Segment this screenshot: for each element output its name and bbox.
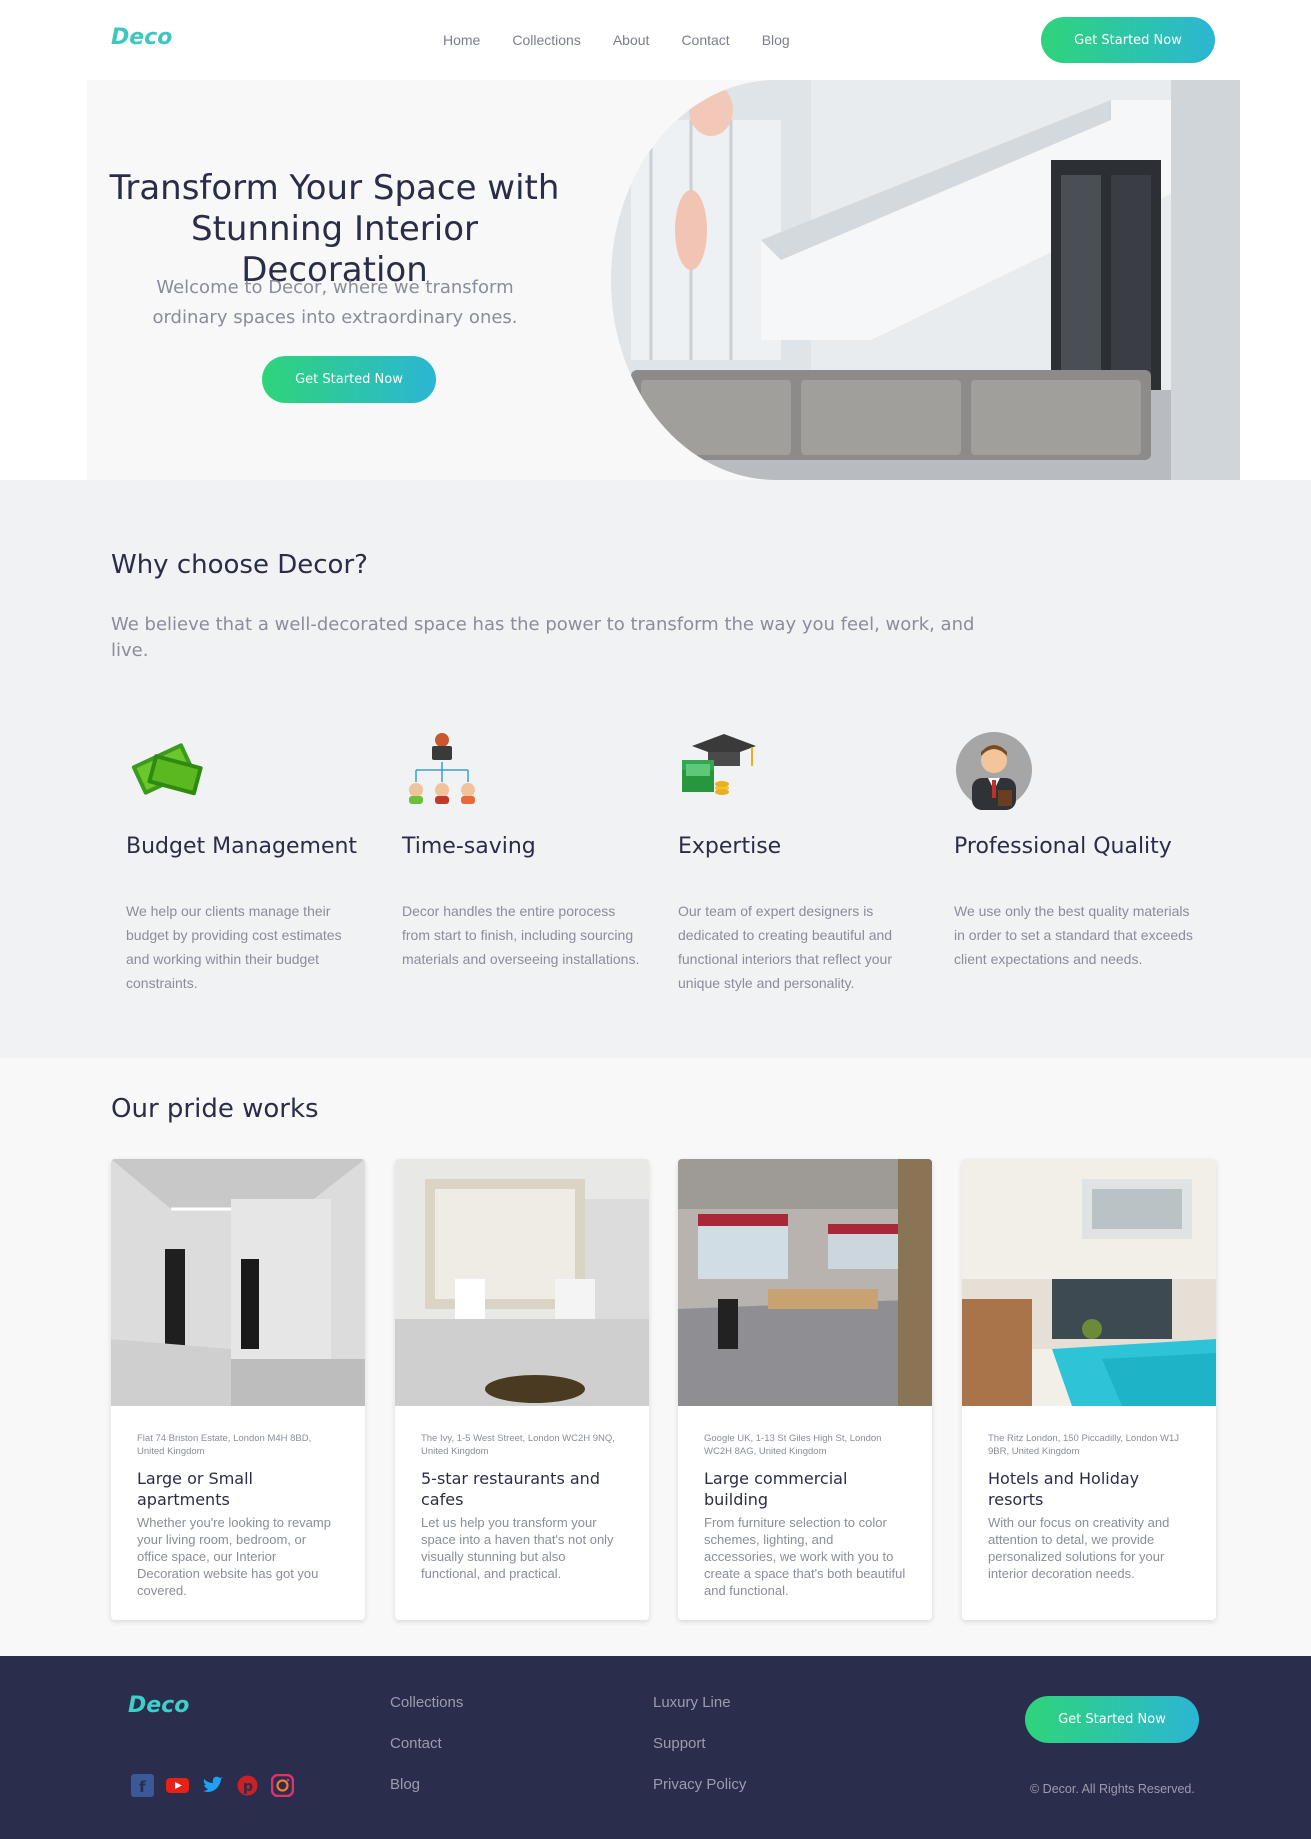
svg-text:Deco: Deco <box>128 1693 189 1718</box>
svg-text:p: p <box>243 1779 253 1795</box>
decor-logo[interactable]: Deco <box>111 24 191 52</box>
resort-pool-image <box>962 1159 1216 1406</box>
hero-interior-image <box>611 80 1240 480</box>
feature-expertise: Expertise Our team of expert designers i… <box>678 730 918 995</box>
youtube-icon[interactable] <box>166 1774 189 1797</box>
card-title: Hotels and Holiday resorts <box>988 1469 1140 1509</box>
why-subtitle: We believe that a well-decorated space h… <box>111 614 975 661</box>
footer-link-support[interactable]: Support <box>653 1735 746 1752</box>
svg-text:Deco: Deco <box>111 25 172 50</box>
social-links: f p <box>131 1773 295 1798</box>
nav-links: Home Collections About Contact Blog <box>443 32 822 48</box>
card-description: With our focus on creativity and attenti… <box>988 1515 1170 1581</box>
nav-blog[interactable]: Blog <box>762 32 790 48</box>
card-description: Let us help you transform your space int… <box>421 1515 614 1581</box>
footer-col-1: Collections Contact Blog <box>390 1694 463 1817</box>
why-section: Why choose Decor? We believe that a well… <box>0 480 1311 1058</box>
feature-title: Budget Management <box>126 834 358 859</box>
card-title: Large commercial building <box>704 1469 848 1509</box>
svg-text:f: f <box>139 1778 146 1796</box>
money-icon: $ <box>131 743 203 796</box>
hero-get-started-button[interactable]: Get Started Now <box>262 356 436 403</box>
feature-text: We help our clients manage their budget … <box>126 903 342 991</box>
work-card[interactable]: Flat 74 Briston Estate, London M4H 8BD, … <box>111 1159 365 1620</box>
feature-professional-quality: Professional Quality We use only the bes… <box>954 730 1194 971</box>
feature-time-saving: Time-saving Decor handles the entire por… <box>402 730 642 971</box>
pinterest-icon[interactable]: p <box>236 1774 259 1797</box>
twitter-icon[interactable] <box>201 1774 224 1797</box>
works-section: Our pride works Flat 74 Briston Estate, … <box>0 1058 1311 1656</box>
nav-about[interactable]: About <box>613 32 650 48</box>
team-hierarchy-icon <box>409 733 475 804</box>
nav-home[interactable]: Home <box>443 32 480 48</box>
card-address: Google UK, 1-13 St Giles High St, London… <box>704 1433 882 1457</box>
works-title: Our pride works <box>111 1094 319 1124</box>
footer-link-contact[interactable]: Contact <box>390 1735 463 1752</box>
facebook-icon[interactable]: f <box>131 1774 154 1797</box>
nav-get-started-button[interactable]: Get Started Now <box>1041 17 1215 63</box>
card-title: 5-star restaurants and cafes <box>421 1469 600 1509</box>
why-title: Why choose Decor? <box>111 550 368 580</box>
apartment-image <box>111 1159 365 1406</box>
footer-link-blog[interactable]: Blog <box>390 1776 463 1793</box>
instagram-icon[interactable] <box>270 1773 295 1798</box>
card-address: The Ivy, 1-5 West Street, London WC2H 9N… <box>421 1433 615 1457</box>
feature-text: Decor handles the entire porocess from s… <box>402 903 640 967</box>
hero-subtitle: Welcome to Decor, where we transform ord… <box>152 277 518 328</box>
footer-col-2: Luxury Line Support Privacy Policy <box>653 1694 746 1817</box>
footer: Deco f p Collections Contact Blog Luxury… <box>0 1656 1311 1839</box>
card-address: The Ritz London, 150 Piccadilly, London … <box>988 1433 1179 1457</box>
graduation-cap-icon <box>682 734 756 795</box>
nav-contact[interactable]: Contact <box>681 32 729 48</box>
work-card[interactable]: The Ritz London, 150 Piccadilly, London … <box>962 1159 1216 1620</box>
work-card[interactable]: The Ivy, 1-5 West Street, London WC2H 9N… <box>395 1159 649 1620</box>
card-description: Whether you're looking to revamp your li… <box>137 1515 331 1598</box>
hero-section: Transform Your Space with Stunning Inter… <box>87 80 1240 480</box>
work-card[interactable]: Google UK, 1-13 St Giles High St, London… <box>678 1159 932 1620</box>
decor-logo[interactable]: Deco <box>128 1692 208 1720</box>
nav-collections[interactable]: Collections <box>512 32 580 48</box>
footer-link-luxury-line[interactable]: Luxury Line <box>653 1694 746 1711</box>
card-title: Large or Small apartments <box>137 1469 253 1509</box>
card-address: Flat 74 Briston Estate, London M4H 8BD, … <box>137 1433 312 1457</box>
restaurant-image <box>395 1159 649 1406</box>
businessman-icon <box>956 732 1032 810</box>
footer-link-privacy-policy[interactable]: Privacy Policy <box>653 1776 746 1793</box>
feature-title: Expertise <box>678 834 782 859</box>
top-nav: Deco Home Collections About Contact Blog… <box>0 0 1311 80</box>
footer-get-started-button[interactable]: Get Started Now <box>1025 1696 1199 1743</box>
feature-title: Professional Quality <box>954 834 1172 859</box>
copyright: © Decor. All Rights Reserved. <box>1030 1782 1195 1796</box>
feature-budget: $ Budget Management We help our clients … <box>126 730 366 995</box>
feature-title: Time-saving <box>402 834 536 859</box>
card-description: From furniture selection to color scheme… <box>704 1515 906 1598</box>
footer-link-collections[interactable]: Collections <box>390 1694 463 1711</box>
feature-text: We use only the best quality materials i… <box>954 903 1193 967</box>
feature-text: Our team of expert designers is dedicate… <box>678 903 893 991</box>
commercial-office-image <box>678 1159 932 1406</box>
